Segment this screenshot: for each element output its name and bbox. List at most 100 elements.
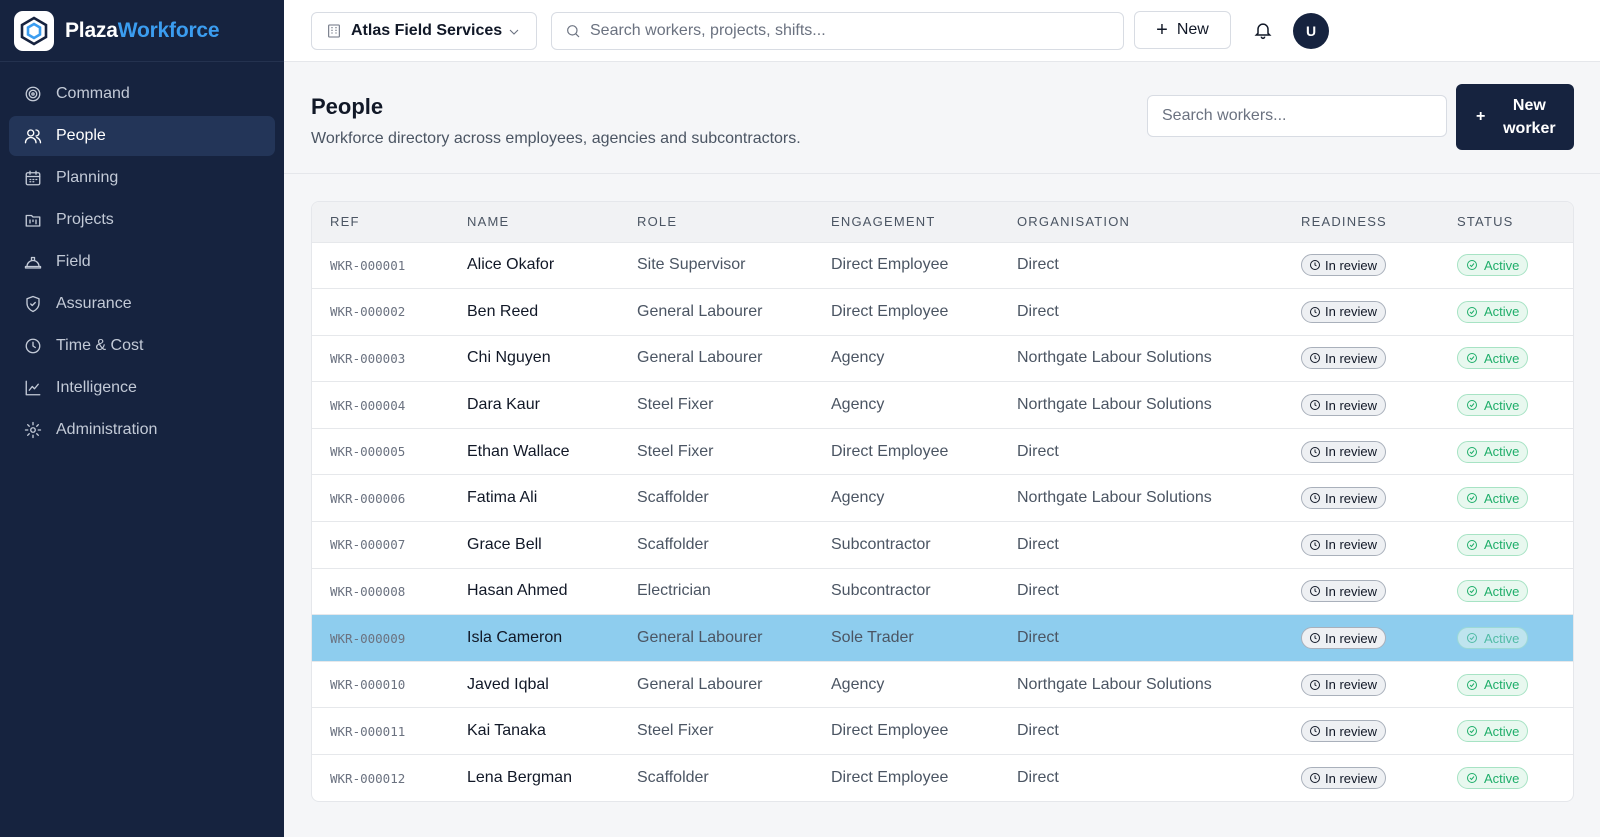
cell-name[interactable]: Grace Bell	[449, 521, 619, 569]
cell-role: Steel Fixer	[619, 707, 813, 755]
cell-engagement: Subcontractor	[813, 567, 999, 615]
readiness-label: In review	[1325, 350, 1378, 366]
status-label: Active	[1484, 350, 1520, 366]
readiness-label: In review	[1325, 583, 1378, 599]
org-name: Atlas Field Services	[351, 22, 503, 39]
readiness-label: In review	[1325, 444, 1378, 460]
sidebar-item-command[interactable]: Command	[9, 74, 275, 114]
page-title: People	[311, 94, 384, 119]
table-row[interactable]: WKR-000005 Ethan Wallace Steel Fixer Direct…	[312, 427, 1573, 475]
cell-name[interactable]: Ethan Wallace	[449, 427, 619, 475]
workers-table: REF NAME ROLE ENGAGEMENT ORGANISATION READINE…	[312, 202, 1573, 801]
plus-icon: +	[1156, 19, 1168, 41]
column-header-status[interactable]: STATUS	[1439, 202, 1573, 242]
cell-engagement: Subcontractor	[813, 521, 999, 569]
cell-name[interactable]: Ben Reed	[449, 288, 619, 336]
new-button[interactable]: + New	[1134, 11, 1231, 49]
cell-ref: WKR-000005	[312, 427, 449, 475]
cell-role: General Labourer	[619, 334, 813, 382]
column-header-ref[interactable]: REF	[312, 202, 449, 242]
status-label: Active	[1484, 397, 1520, 413]
table-row[interactable]: WKR-000008 Hasan Ahmed Electrician Subcontr…	[312, 567, 1573, 615]
cell-name[interactable]: Javed Iqbal	[449, 660, 619, 708]
cell-name[interactable]: Isla Cameron	[449, 614, 619, 662]
status-label: Active	[1484, 537, 1520, 553]
cell-name[interactable]: Dara Kaur	[449, 381, 619, 429]
cell-name[interactable]: Fatima Ali	[449, 474, 619, 522]
cell-status: Active	[1439, 660, 1573, 708]
org-selector[interactable]: Atlas Field Services	[311, 12, 537, 50]
sidebar-item-field[interactable]: Field	[9, 242, 275, 282]
readiness-badge: In review	[1301, 533, 1387, 556]
table-row[interactable]: WKR-000007 Grace Bell Scaffolder Subcontrac…	[312, 521, 1573, 569]
new-worker-button[interactable]: + New worker	[1456, 84, 1574, 150]
column-header-organisation[interactable]: ORGANISATION	[999, 202, 1283, 242]
readiness-label: In review	[1325, 397, 1378, 413]
table-row[interactable]: WKR-000002 Ben Reed General Labourer Direct…	[312, 288, 1573, 336]
sidebar-item-planning[interactable]: Planning	[9, 158, 275, 198]
sidebar: PlazaWorkforce Command People Planning P…	[0, 0, 284, 837]
cell-ref: WKR-000010	[312, 660, 449, 708]
cell-engagement: Direct Employee	[813, 707, 999, 755]
cell-status: Active	[1439, 427, 1573, 475]
clock-icon	[23, 336, 43, 356]
table-row[interactable]: WKR-000004 Dara Kaur Steel Fixer Agency Nort…	[312, 381, 1573, 429]
cell-name[interactable]: Lena Bergman	[449, 754, 619, 801]
table-row[interactable]: WKR-000012 Lena Bergman Scaffolder Direct E…	[312, 754, 1573, 801]
table-row[interactable]: WKR-000009 Isla Cameron General Labourer So…	[312, 614, 1573, 662]
sidebar-item-label: Projects	[56, 211, 114, 228]
column-header-engagement[interactable]: ENGAGEMENT	[813, 202, 999, 242]
cell-ref: WKR-000003	[312, 334, 449, 382]
cell-role: General Labourer	[619, 288, 813, 336]
cell-ref: WKR-000011	[312, 707, 449, 755]
global-search-input[interactable]	[590, 22, 1110, 40]
column-header-name[interactable]: NAME	[449, 202, 619, 242]
table-row[interactable]: WKR-000003 Chi Nguyen General Labourer Agen…	[312, 334, 1573, 382]
table-row[interactable]: WKR-000001 Alice Okafor Site Supervisor Dir…	[312, 241, 1573, 289]
avatar[interactable]: U	[1293, 13, 1329, 49]
column-header-role[interactable]: ROLE	[619, 202, 813, 242]
sidebar-item-label: People	[56, 127, 106, 144]
cell-engagement: Sole Trader	[813, 614, 999, 662]
status-label: Active	[1484, 444, 1520, 460]
bell-icon[interactable]	[1253, 20, 1273, 40]
readiness-label: In review	[1325, 257, 1378, 273]
users-icon	[23, 126, 43, 146]
readiness-badge: In review	[1301, 487, 1387, 510]
status-badge: Active	[1457, 580, 1529, 603]
status-badge: Active	[1457, 300, 1529, 323]
sidebar-item-assurance[interactable]: Assurance	[9, 284, 275, 324]
cell-name[interactable]: Chi Nguyen	[449, 334, 619, 382]
target-icon	[23, 84, 43, 104]
clock-icon	[1310, 353, 1320, 364]
cell-readiness: In review	[1283, 381, 1439, 429]
sidebar-item-people[interactable]: People	[9, 116, 275, 156]
cell-name[interactable]: Kai Tanaka	[449, 707, 619, 755]
new-worker-label-line2: worker	[1503, 120, 1556, 137]
table-row[interactable]: WKR-000006 Fatima Ali Scaffolder Agency Nort…	[312, 474, 1573, 522]
brand-name: PlazaWorkforce	[65, 19, 220, 43]
cell-role: Electrician	[619, 567, 813, 615]
cell-ref: WKR-000002	[312, 288, 449, 336]
readiness-badge: In review	[1301, 440, 1387, 463]
clock-icon	[1310, 400, 1320, 411]
clock-icon	[1310, 446, 1320, 457]
cell-name[interactable]: Alice Okafor	[449, 241, 619, 289]
cell-name[interactable]: Hasan Ahmed	[449, 567, 619, 615]
sidebar-item-intelligence[interactable]: Intelligence	[9, 368, 275, 408]
readiness-badge: In review	[1301, 580, 1387, 603]
check-circle-icon	[1467, 400, 1477, 411]
table-row[interactable]: WKR-000010 Javed Iqbal General Labourer Age…	[312, 660, 1573, 708]
table-row[interactable]: WKR-000011 Kai Tanaka Steel Fixer Direct Em…	[312, 707, 1573, 755]
brand[interactable]: PlazaWorkforce	[0, 0, 284, 62]
kanban-icon	[23, 210, 43, 230]
cell-readiness: In review	[1283, 660, 1439, 708]
sidebar-item-administration[interactable]: Administration	[9, 410, 275, 450]
check-circle-icon	[1467, 306, 1477, 317]
status-label: Active	[1484, 257, 1520, 273]
sidebar-item-projects[interactable]: Projects	[9, 200, 275, 240]
worker-search-input[interactable]	[1147, 95, 1447, 137]
sidebar-item-time-cost[interactable]: Time & Cost	[9, 326, 275, 366]
new-worker-label: New worker	[1499, 94, 1559, 140]
column-header-readiness[interactable]: READINESS	[1283, 202, 1439, 242]
